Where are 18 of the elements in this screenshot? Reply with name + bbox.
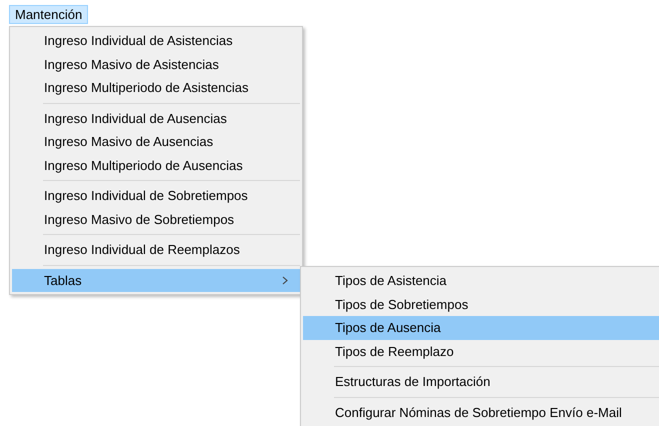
menu-item[interactable]: Ingreso Individual de Reemplazos bbox=[12, 238, 300, 262]
menu-item[interactable]: Tipos de Sobretiempos bbox=[303, 292, 659, 316]
menu-item[interactable]: Ingreso Multiperiodo de Asistencias bbox=[12, 76, 300, 100]
chevron-icon bbox=[282, 276, 288, 285]
menu-title[interactable]: Mantención bbox=[9, 5, 88, 24]
menu-item[interactable]: Ingreso Individual de Ausencias bbox=[12, 106, 300, 130]
menu-item[interactable]: Ingreso Individual de Sobretiempos bbox=[12, 184, 300, 208]
menu-item[interactable]: Tipos de Reemplazo bbox=[303, 340, 659, 363]
menu-item[interactable]: Ingreso Masivo de Asistencias bbox=[12, 52, 300, 76]
menu-item[interactable]: Estructuras de Importación bbox=[303, 370, 659, 394]
menu-item[interactable]: Tipos de Ausencia bbox=[303, 316, 659, 340]
menu-item[interactable]: Ingreso Individual de Asistencias bbox=[12, 29, 300, 52]
menu-item[interactable]: Configurar Nóminas de Sobretiempo Envío e-Mail bbox=[303, 400, 659, 424]
menu-item[interactable]: Tablas bbox=[12, 268, 300, 292]
menu-item[interactable]: Tipos de Asistencia bbox=[303, 269, 659, 292]
menu-item[interactable]: Ingreso Masivo de Ausencias bbox=[12, 130, 300, 154]
menu-item[interactable]: Ingreso Masivo de Sobretiempos bbox=[12, 208, 300, 231]
menu-item[interactable]: Ingreso Multiperiodo de Ausencias bbox=[12, 154, 300, 177]
